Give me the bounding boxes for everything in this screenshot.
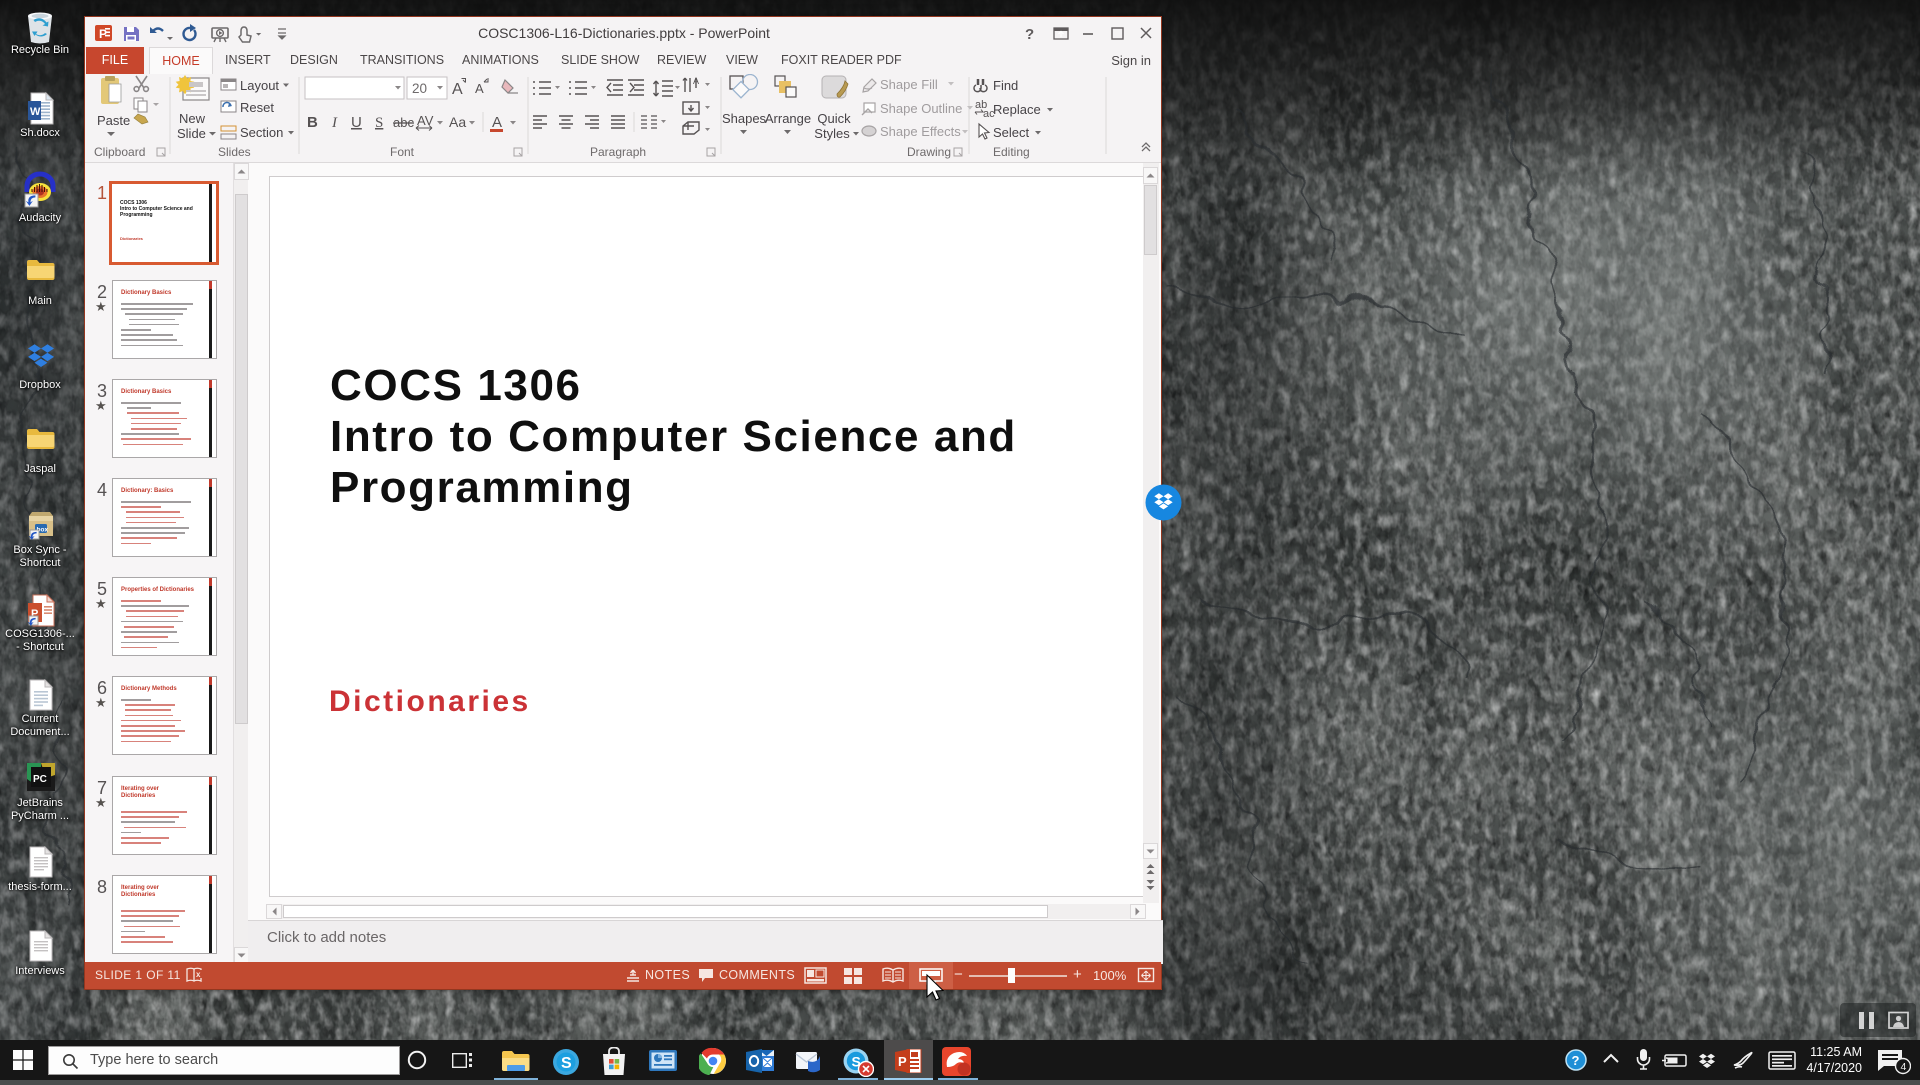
- svg-text:20: 20: [412, 81, 427, 96]
- svg-text:S: S: [375, 115, 383, 131]
- svg-text:A: A: [492, 114, 502, 131]
- svg-text:A: A: [693, 76, 699, 86]
- svg-text:Select: Select: [993, 125, 1030, 140]
- svg-text:Styles: Styles: [814, 126, 850, 141]
- svg-text:Section: Section: [240, 125, 283, 140]
- svg-text:A: A: [452, 81, 463, 98]
- svg-text:AV: AV: [417, 113, 434, 128]
- svg-text:Paste: Paste: [97, 113, 130, 128]
- svg-text:A: A: [475, 81, 484, 96]
- svg-text:4: 4: [1901, 1061, 1907, 1073]
- svg-text:x: x: [196, 970, 201, 979]
- svg-text:Drawing: Drawing: [907, 145, 951, 159]
- svg-text:Editing: Editing: [993, 145, 1030, 159]
- svg-text:P: P: [898, 1054, 907, 1069]
- svg-text:abc: abc: [393, 115, 414, 130]
- svg-text:Reset: Reset: [240, 100, 274, 115]
- svg-text:Layout: Layout: [240, 78, 279, 93]
- svg-text:S: S: [561, 1055, 572, 1072]
- svg-text:Font: Font: [390, 145, 415, 159]
- svg-text:Shape Fill: Shape Fill: [880, 77, 938, 92]
- svg-text:Quick: Quick: [817, 111, 851, 126]
- svg-text:W: W: [30, 106, 41, 118]
- svg-text:I: I: [331, 115, 338, 131]
- svg-text:B: B: [307, 114, 318, 131]
- svg-text:Shapes: Shapes: [722, 111, 767, 126]
- svg-text:New: New: [179, 111, 206, 126]
- svg-text:U: U: [351, 114, 362, 131]
- svg-text:?: ?: [1025, 26, 1034, 43]
- svg-text:Replace: Replace: [993, 102, 1041, 117]
- svg-text:?: ?: [1572, 1053, 1580, 1068]
- svg-text:Paragraph: Paragraph: [590, 145, 646, 159]
- svg-text:Slide: Slide: [177, 126, 206, 141]
- svg-text:Aa: Aa: [449, 114, 466, 130]
- svg-text:Shape Outline: Shape Outline: [880, 101, 962, 116]
- svg-text:Clipboard: Clipboard: [94, 145, 145, 159]
- svg-text:PC: PC: [33, 774, 47, 785]
- svg-text:Slides: Slides: [218, 145, 251, 159]
- svg-text:Arrange: Arrange: [765, 111, 811, 126]
- svg-text:Shape Effects: Shape Effects: [880, 124, 961, 139]
- svg-text:Find: Find: [993, 78, 1018, 93]
